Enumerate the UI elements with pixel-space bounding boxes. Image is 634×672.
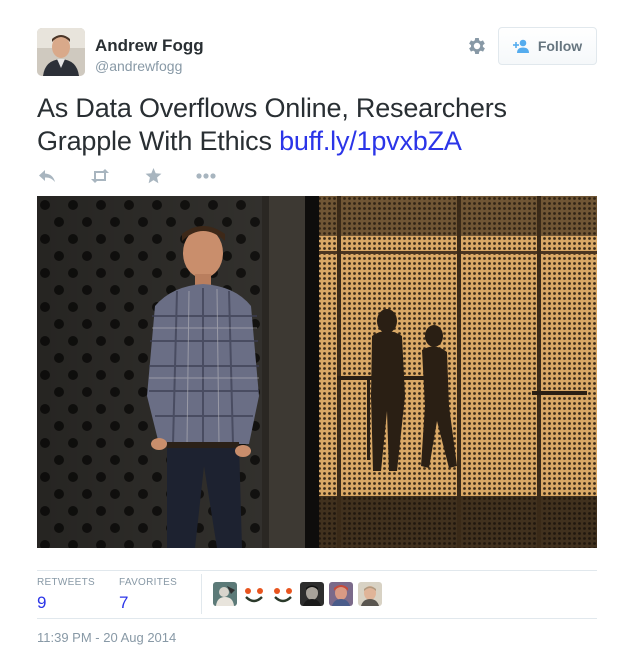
- user-avatar-2[interactable]: [300, 582, 324, 606]
- user-full-name[interactable]: Andrew Fogg: [95, 36, 204, 56]
- user-handle[interactable]: @andrewfogg: [95, 57, 204, 75]
- retweets-label: RETWEETS: [37, 577, 95, 588]
- stats-top-divider: [37, 570, 597, 571]
- smiley-avatar-1[interactable]: [242, 582, 266, 606]
- tweet-link[interactable]: buff.ly/1pvxbZA: [279, 126, 462, 156]
- tweet-photo[interactable]: [37, 196, 597, 548]
- gear-icon[interactable]: [466, 35, 488, 57]
- stats-bottom-divider: [37, 618, 597, 619]
- add-person-icon: [512, 39, 531, 53]
- user-avatar-3[interactable]: [329, 582, 353, 606]
- retweets-count[interactable]: 9: [37, 593, 95, 613]
- profile-avatar[interactable]: [37, 28, 85, 76]
- user-names[interactable]: Andrew Fogg @andrewfogg: [95, 36, 204, 75]
- retweet-icon[interactable]: [90, 167, 110, 185]
- user-avatar-4[interactable]: [358, 582, 382, 606]
- user-avatar-1[interactable]: [213, 582, 237, 606]
- tweet-timestamp[interactable]: 11:39 PM - 20 Aug 2014: [37, 630, 176, 645]
- favorites-label: FAVORITES: [119, 577, 178, 588]
- smiley-avatar-2[interactable]: [271, 582, 295, 606]
- favorites-count[interactable]: 7: [119, 593, 177, 613]
- favorites-stat[interactable]: FAVORITES 7: [119, 577, 177, 613]
- follow-button[interactable]: Follow: [498, 27, 597, 65]
- tweet-text: As Data Overflows Online, Researchers Gr…: [37, 92, 597, 158]
- retweets-stat[interactable]: RETWEETS 9: [37, 577, 95, 613]
- favoriters-list: [213, 582, 382, 606]
- follow-label: Follow: [537, 38, 583, 54]
- ellipsis-icon[interactable]: [196, 167, 216, 185]
- reply-icon[interactable]: [37, 167, 57, 185]
- tweet-actions: [37, 166, 216, 186]
- stats-separator: [201, 574, 202, 614]
- star-icon[interactable]: [143, 167, 163, 185]
